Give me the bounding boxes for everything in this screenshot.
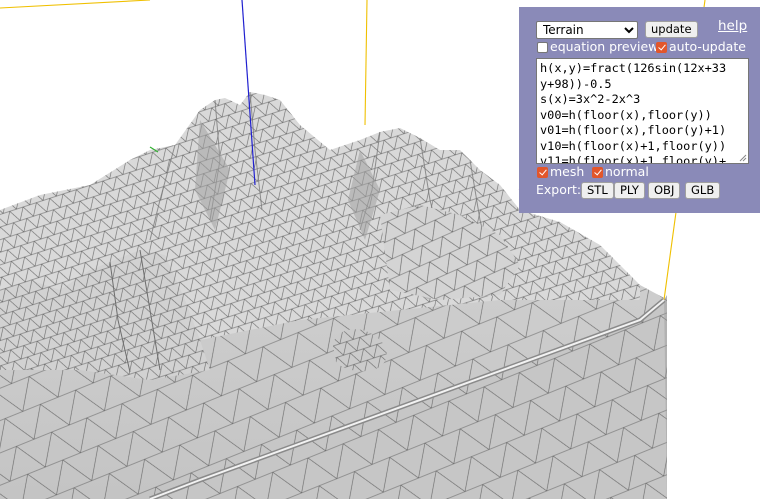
auto-update-label: auto-update — [669, 39, 746, 54]
normal-label: normal — [605, 164, 649, 179]
equation-line: v10=h(floor(x)+1,floor(y)) — [540, 138, 727, 153]
export-stl-button[interactable]: STL — [581, 182, 614, 199]
equation-line: y+98))-0.5 — [540, 76, 612, 91]
resize-grip-icon[interactable] — [739, 154, 747, 162]
equation-textarea[interactable]: h(x,y)=fract(126sin(12x+33 y+98))-0.5 s(… — [536, 58, 749, 164]
export-label: Export: — [536, 182, 582, 197]
equation-line: s(x)=3x^2-2x^3 — [540, 92, 641, 106]
export-ply-button[interactable]: PLY — [614, 182, 645, 199]
normal-checkbox[interactable] — [592, 167, 603, 178]
equation-line: v01=h(floor(x),floor(y)+1) — [540, 123, 727, 137]
export-obj-button[interactable]: OBJ — [648, 182, 681, 199]
control-panel: Terrain update help equation preview aut… — [519, 7, 760, 213]
equation-preview-label: equation preview — [550, 39, 659, 54]
equation-line: v11=h(floor(x)+1,floor(y)+ — [540, 154, 727, 164]
preset-select[interactable]: Terrain — [536, 21, 638, 39]
equation-line: v00=h(floor(x),floor(y)) — [540, 107, 712, 122]
auto-update-checkbox[interactable] — [656, 42, 667, 53]
equation-line: h(x,y)=fract(126sin(12x+33 — [540, 61, 727, 75]
mesh-checkbox[interactable] — [537, 167, 548, 178]
help-link[interactable]: help — [718, 18, 747, 34]
equation-preview-checkbox[interactable] — [537, 42, 548, 53]
mesh-label: mesh — [550, 164, 585, 179]
update-button[interactable]: update — [645, 21, 698, 38]
export-glb-button[interactable]: GLB — [685, 182, 721, 199]
